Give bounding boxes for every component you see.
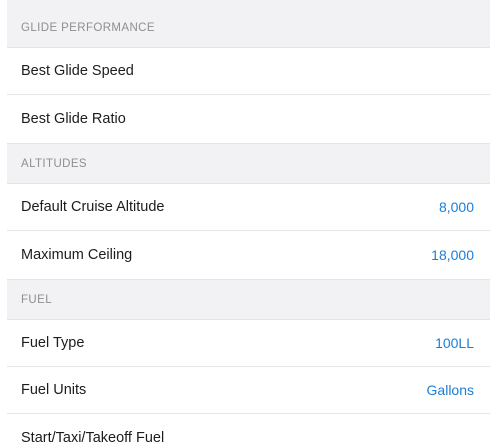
row-label: Fuel Units [21, 382, 87, 398]
row-label: Maximum Ceiling [21, 247, 133, 263]
aircraft-settings-panel: GLIDE PERFORMANCE Best Glide Speed Best … [0, 0, 490, 442]
row-start-taxi-takeoff-fuel[interactable]: Start/Taxi/Takeoff Fuel [7, 414, 490, 442]
row-label: Default Cruise Altitude [21, 199, 165, 215]
row-label: Best Glide Speed [21, 63, 134, 79]
row-value: 18,000 [431, 247, 474, 263]
section-header-fuel: FUEL [7, 280, 490, 320]
row-label: Start/Taxi/Takeoff Fuel [21, 429, 165, 442]
left-divider-strip [0, 0, 7, 442]
row-best-glide-speed[interactable]: Best Glide Speed [7, 48, 490, 95]
row-maximum-ceiling[interactable]: Maximum Ceiling 18,000 [7, 231, 490, 280]
row-default-cruise-altitude[interactable]: Default Cruise Altitude 8,000 [7, 184, 490, 231]
row-value: Gallons [426, 382, 474, 398]
row-value: 100LL [435, 335, 474, 351]
row-label: Best Glide Ratio [21, 111, 126, 127]
section-header-altitudes: ALTITUDES [7, 144, 490, 184]
settings-list: GLIDE PERFORMANCE Best Glide Speed Best … [7, 0, 490, 442]
row-best-glide-ratio[interactable]: Best Glide Ratio [7, 95, 490, 144]
row-fuel-units[interactable]: Fuel Units Gallons [7, 367, 490, 414]
row-label: Fuel Type [21, 335, 85, 351]
row-value: 8,000 [438, 199, 474, 215]
section-header-glide-performance: GLIDE PERFORMANCE [7, 0, 490, 48]
row-fuel-type[interactable]: Fuel Type 100LL [7, 320, 490, 367]
